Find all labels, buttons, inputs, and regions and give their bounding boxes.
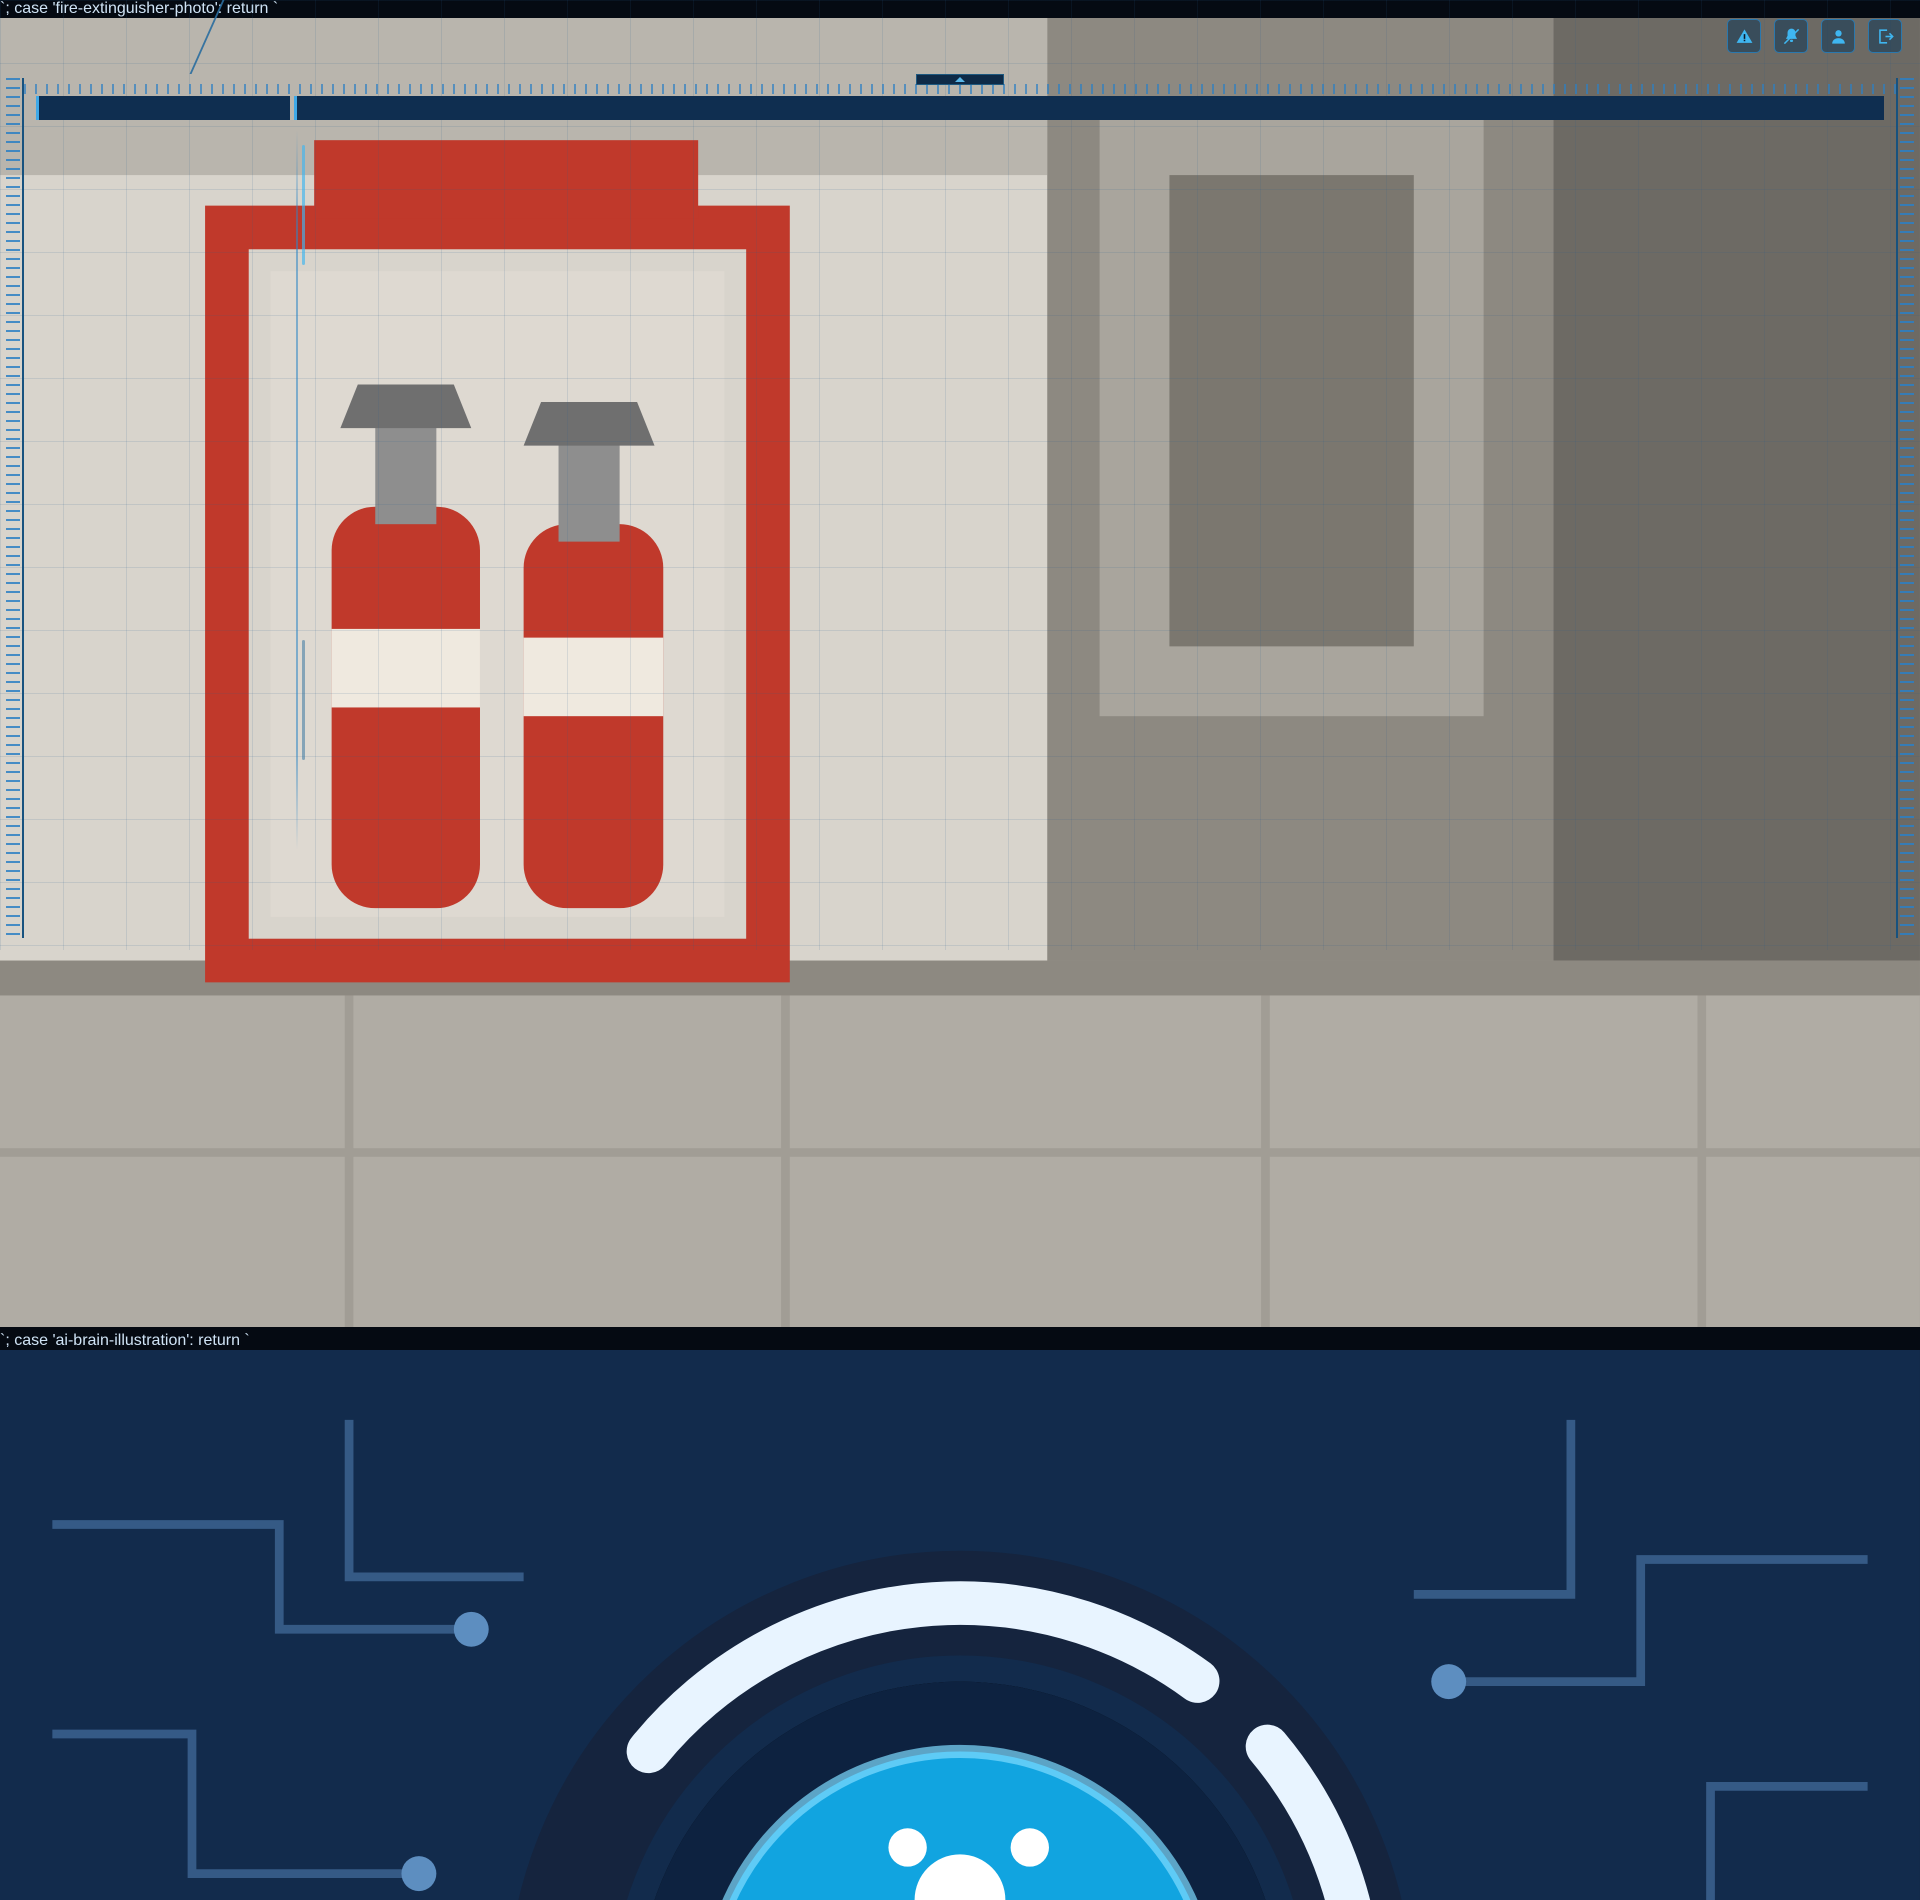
content-scrollbar-thumb[interactable] xyxy=(302,145,305,265)
mute-notification-button[interactable] xyxy=(1774,19,1808,53)
algorithm-card-grid xyxy=(306,130,1884,136)
ruler-right xyxy=(1900,78,1914,938)
header-right xyxy=(1705,19,1902,53)
bell-muted-icon xyxy=(1782,27,1801,46)
panel-collapse-toggle[interactable] xyxy=(916,74,1004,85)
app-frame xyxy=(0,0,1920,950)
config-list-title xyxy=(36,96,290,120)
logout-button[interactable] xyxy=(1868,19,1902,53)
ruler-top xyxy=(24,84,1896,94)
panel-titlebar xyxy=(36,96,1884,120)
config-sidebar xyxy=(36,130,290,920)
app-header xyxy=(0,0,1920,74)
alarm-warning-button[interactable] xyxy=(1727,19,1761,53)
ruler-line-left xyxy=(22,78,24,938)
ruler-left xyxy=(6,78,20,938)
app-logo xyxy=(20,8,230,10)
user-account-button[interactable] xyxy=(1821,19,1855,53)
user-icon xyxy=(1829,27,1848,46)
algorithm-list-title xyxy=(294,96,1884,120)
warning-triangle-icon xyxy=(1735,27,1754,46)
algorithm-list-panel xyxy=(306,130,1884,924)
ruler-line-right xyxy=(1896,78,1898,938)
content-scrollbar-track[interactable] xyxy=(302,640,305,760)
logout-icon xyxy=(1876,27,1895,46)
sidebar-divider xyxy=(296,130,298,850)
logo-divider xyxy=(189,0,293,74)
